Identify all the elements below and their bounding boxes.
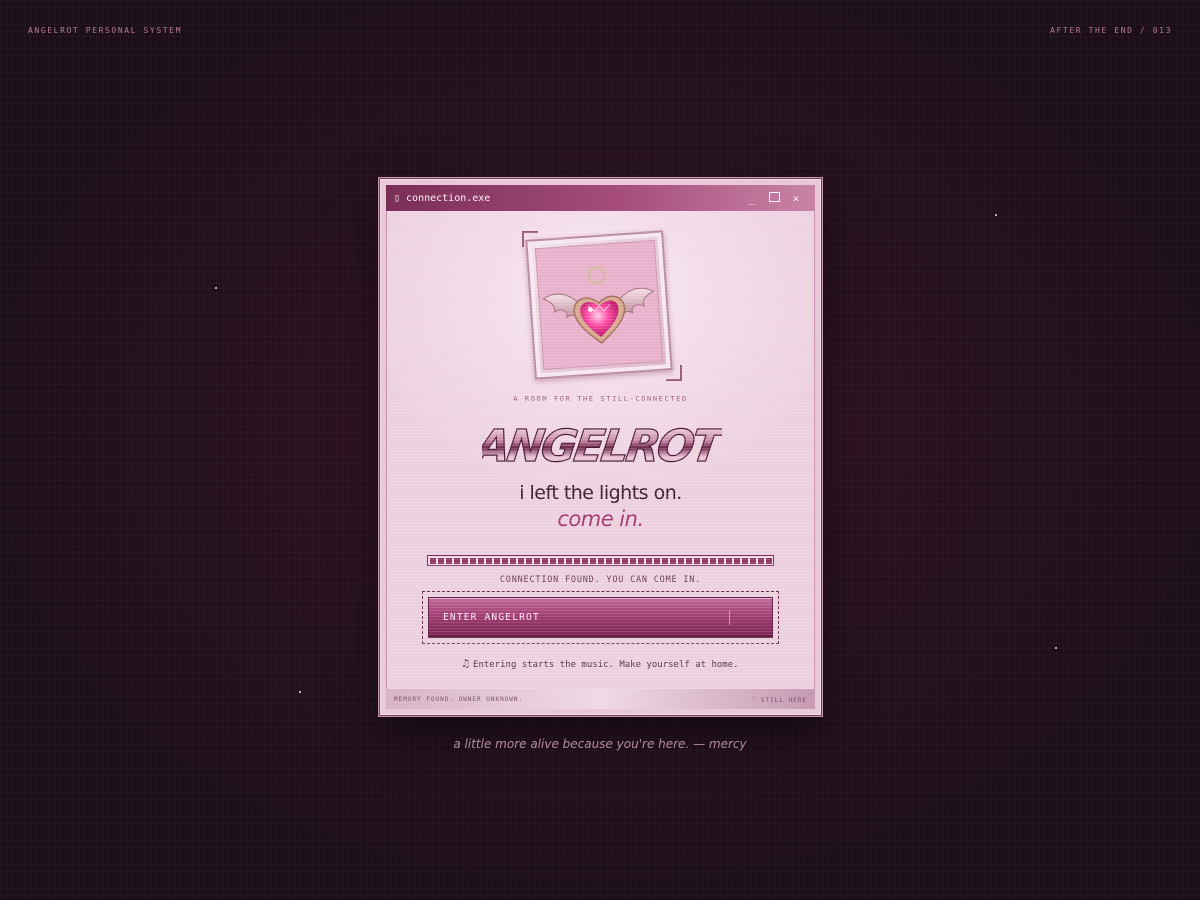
progress-segment [758, 557, 764, 564]
progress-segment [734, 557, 740, 564]
star [995, 214, 997, 216]
progress-segment [654, 557, 660, 564]
window-footer: MEMORY FOUND. OWNER UNKNOWN. ♡ STILL HERE [386, 689, 815, 709]
progress-segment [470, 557, 476, 564]
footer-right-text: STILL HERE [760, 696, 807, 704]
progress-segment [638, 557, 644, 564]
progress-segment [478, 557, 484, 564]
progress-segment [550, 557, 556, 564]
progress-segment [438, 557, 444, 564]
footer-right: ♡ STILL HERE [752, 695, 807, 704]
corner-label-right: AFTER THE END / 013 [1050, 26, 1172, 35]
photo-inner [534, 239, 664, 371]
enter-button-frame: ENTER ANGELROT [422, 591, 779, 644]
progress-segment [710, 557, 716, 564]
heart-icon: ♡ [752, 694, 758, 704]
progress-segment [678, 557, 684, 564]
progress-segment [574, 557, 580, 564]
enter-angelrot-button[interactable]: ENTER ANGELROT [428, 597, 773, 638]
music-hint-text: Entering starts the music. Make yourself… [473, 660, 739, 670]
progress-segment [670, 557, 676, 564]
progress-segment [590, 557, 596, 564]
progress-segment [430, 557, 436, 564]
page-caption: a little more alive because you're here.… [453, 737, 747, 751]
photo-frame [522, 230, 682, 381]
maximize-icon [768, 191, 780, 202]
connection-status: CONNECTION FOUND. YOU CAN COME IN. [499, 575, 702, 585]
progress-segment [614, 557, 620, 564]
progress-segment [630, 557, 636, 564]
polaroid [525, 230, 673, 380]
progress-segment [622, 557, 628, 564]
headline-line-2: come in. [557, 507, 644, 531]
progress-segment [750, 557, 756, 564]
music-hint: ♫ Entering starts the music. Make yoursel… [387, 657, 814, 670]
connection-window: ▯ connection.exe _ × A ROOM FOR THE STIL… [379, 178, 822, 716]
logo-text: ANGELROT [482, 421, 722, 471]
progress-segment [662, 557, 668, 564]
progress-segment [462, 557, 468, 564]
headline-line-1: i left the lights on. [519, 482, 682, 504]
corner-label-left: ANGELROT PERSONAL SYSTEM [28, 26, 182, 35]
progress-segment [558, 557, 564, 564]
angelrot-logo: ANGELROT [482, 421, 722, 471]
progress-segment [454, 557, 460, 564]
progress-segment [486, 557, 492, 564]
progress-segment [446, 557, 452, 564]
window-content: A ROOM FOR THE STILL-CONNECTED ANGELROT … [386, 211, 815, 689]
progress-segment [494, 557, 500, 564]
progress-segment [598, 557, 604, 564]
window-icon: ▯ [394, 192, 401, 204]
progress-segment [694, 557, 700, 564]
progress-segment [726, 557, 732, 564]
footer-left-text: MEMORY FOUND. OWNER UNKNOWN. [394, 695, 524, 703]
connection-progress-bar [427, 555, 774, 566]
maximize-button[interactable] [763, 191, 785, 205]
progress-segment [534, 557, 540, 564]
progress-segment [542, 557, 548, 564]
progress-segment [518, 557, 524, 564]
progress-segment [526, 557, 532, 564]
progress-segment [718, 557, 724, 564]
window-titlebar[interactable]: ▯ connection.exe _ × [386, 185, 815, 211]
music-note-icon: ♫ [462, 657, 470, 670]
star [215, 287, 217, 289]
progress-segment [702, 557, 708, 564]
star [1055, 647, 1057, 649]
minimize-button[interactable]: _ [741, 192, 763, 205]
progress-segment [510, 557, 516, 564]
progress-segment [742, 557, 748, 564]
window-title: connection.exe [406, 192, 491, 204]
star [299, 691, 301, 693]
progress-segment [646, 557, 652, 564]
progress-segment [686, 557, 692, 564]
progress-segment [566, 557, 572, 564]
close-button[interactable]: × [785, 192, 807, 205]
progress-segment [606, 557, 612, 564]
progress-segment [502, 557, 508, 564]
tagline: A ROOM FOR THE STILL-CONNECTED [513, 395, 688, 403]
winged-heart-icon [542, 265, 655, 344]
progress-segment [582, 557, 588, 564]
progress-segment [766, 557, 772, 564]
